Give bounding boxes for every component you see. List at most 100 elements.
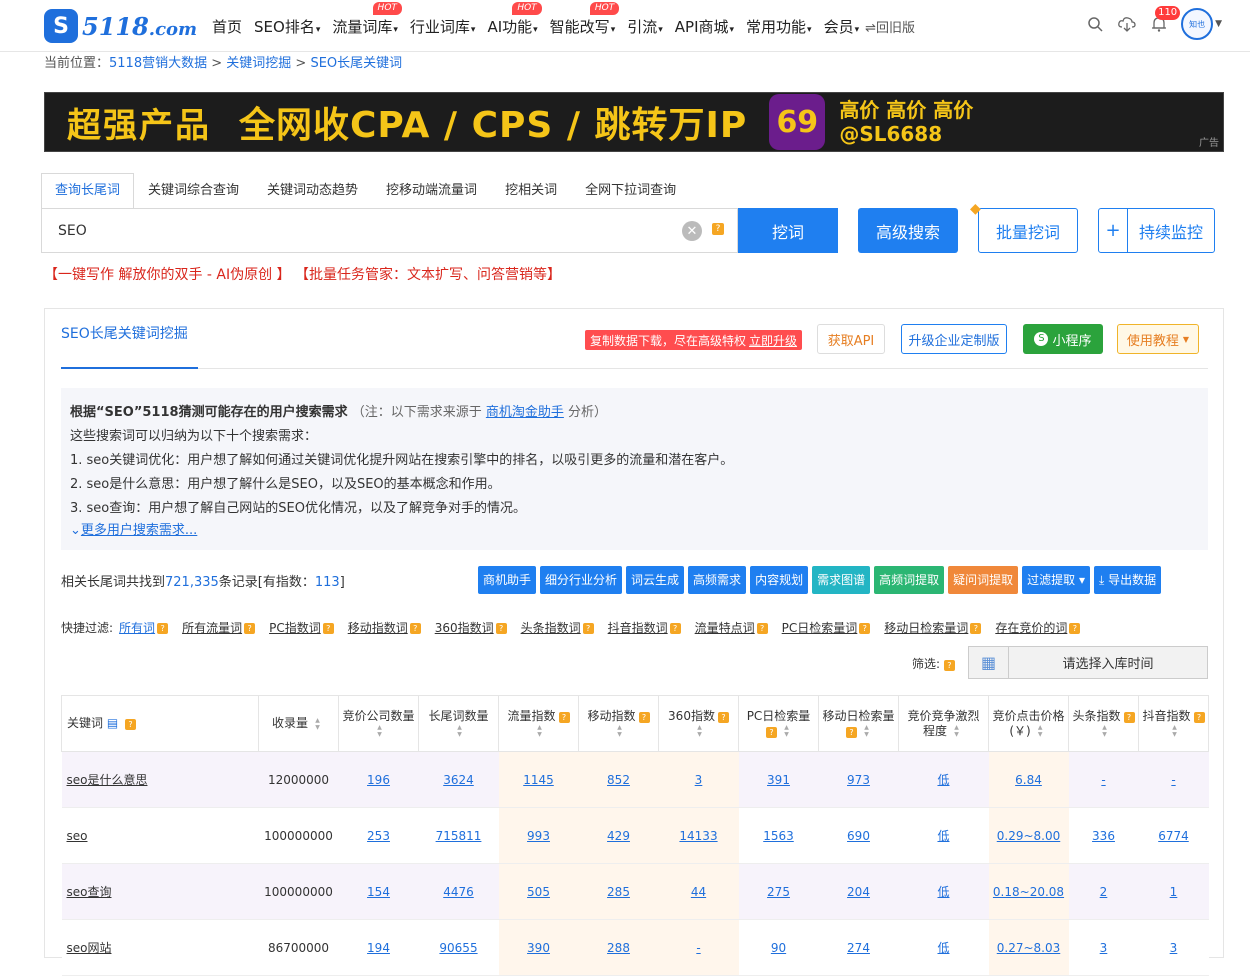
nav-item[interactable]: SEO排名▾ <box>254 16 320 37</box>
help-icon[interactable]: ? <box>717 711 729 723</box>
sort-icon[interactable]: ▲▼ <box>1167 724 1182 738</box>
column-header[interactable]: PC日检索量? ▲▼ <box>738 695 819 752</box>
nav-item[interactable]: 行业词库▾ <box>410 16 476 37</box>
quick-filter-item[interactable]: 所有词? <box>119 619 169 636</box>
tab-5[interactable]: 挖相关词 <box>491 173 571 209</box>
batch-dig-button[interactable]: 批量挖词 <box>978 208 1078 253</box>
date-picker-button[interactable]: ▦ 请选择入库时间 <box>968 646 1208 679</box>
add-monitor-button[interactable]: + <box>1098 208 1128 253</box>
sort-icon[interactable]: ▲▼ <box>612 724 627 738</box>
help-icon[interactable]: ? <box>756 623 768 634</box>
cell-link[interactable]: 715811 <box>436 829 482 843</box>
upgrade-notice[interactable]: 复制数据下载，尽在高级特权 立即升级 <box>585 330 802 350</box>
chevron-down-icon[interactable]: ▼ <box>1215 19 1222 29</box>
enterprise-button[interactable]: 升级企业定制版 <box>901 324 1007 354</box>
nav-item[interactable]: API商城▾ <box>675 16 734 37</box>
cell-link[interactable]: 852 <box>607 773 630 787</box>
clear-icon[interactable]: ✕ <box>682 221 702 241</box>
sort-icon[interactable]: ▲▼ <box>310 717 325 731</box>
help-icon[interactable]: ? <box>322 623 334 634</box>
tool-button[interactable]: 细分行业分析 <box>540 566 623 594</box>
tab-6[interactable]: 全网下拉词查询 <box>571 173 690 209</box>
avatar[interactable]: 知也 <box>1181 8 1214 40</box>
sort-icon[interactable]: ▲▼ <box>949 724 964 738</box>
help-icon[interactable]: ? <box>1069 623 1081 634</box>
upgrade-link[interactable]: 立即升级 <box>749 332 797 349</box>
ad-banner[interactable]: 超强产品 全网收CPA / CPS / 跳转万IP 69 高价 高价 高价 @S… <box>44 92 1224 152</box>
sort-icon[interactable]: ▲▼ <box>1033 724 1048 738</box>
cell-link[interactable]: 0.29~8.00 <box>997 829 1061 843</box>
mini-program-button[interactable]: S 小程序 <box>1023 324 1103 354</box>
cell-link[interactable]: 低 <box>937 773 949 787</box>
monitor-button[interactable]: 持续监控 <box>1127 208 1215 253</box>
more-needs-link[interactable]: ⌄更多用户搜索需求... <box>70 519 197 538</box>
panel-title[interactable]: SEO长尾关键词挖掘 <box>61 323 188 343</box>
advanced-search-button[interactable]: 高级搜索 <box>858 208 958 253</box>
cell-link[interactable]: 154 <box>367 885 390 899</box>
sort-icon[interactable]: ▲▼ <box>779 724 794 738</box>
cell-link[interactable]: 1563 <box>763 829 794 843</box>
help-icon[interactable]: ? <box>409 623 421 634</box>
breadcrumb-item[interactable]: SEO长尾关键词 <box>310 56 402 71</box>
column-header[interactable]: 关键词 ▤ ? <box>61 695 259 752</box>
tool-button[interactable]: 高频词提取 <box>874 566 945 594</box>
tool-button[interactable]: 疑问词提取 <box>948 566 1019 594</box>
cell-link[interactable]: - <box>1101 773 1105 787</box>
cell-link[interactable]: 6.84 <box>1015 773 1042 787</box>
help-icon[interactable]: ? <box>157 623 169 634</box>
nav-item[interactable]: 会员▾ <box>824 16 860 37</box>
tool-button[interactable]: 高频需求 <box>688 566 747 594</box>
quick-filter-item[interactable]: 流量特点词? <box>695 619 768 636</box>
column-header[interactable]: 头条指数 ? ▲▼ <box>1068 695 1139 752</box>
quick-filter-item[interactable]: 移动日检索量词? <box>884 619 982 636</box>
cell-link[interactable]: seo网站 <box>67 941 112 955</box>
cell-link[interactable]: 0.18~20.08 <box>993 885 1064 899</box>
promo-link-batch-tasks[interactable]: 【批量任务管家：文本扩写、问答营销等】 <box>295 267 561 283</box>
cell-link[interactable]: - <box>1171 773 1175 787</box>
help-icon[interactable]: ? <box>669 623 681 634</box>
cell-link[interactable]: 993 <box>527 829 550 843</box>
tool-button[interactable]: 词云生成 <box>626 566 685 594</box>
quick-filter-item[interactable]: 头条指数词? <box>521 619 594 636</box>
sort-icon[interactable]: ▲▼ <box>452 724 467 738</box>
cell-link[interactable]: 3 <box>695 773 703 787</box>
cell-link[interactable]: 275 <box>767 885 790 899</box>
column-header[interactable]: 360指数 ? ▲▼ <box>658 695 739 752</box>
column-header[interactable]: 移动日检索量? ▲▼ <box>818 695 899 752</box>
nav-item[interactable]: 常用功能▾ <box>746 16 812 37</box>
cell-link[interactable]: 285 <box>607 885 630 899</box>
sort-icon[interactable]: ▲▼ <box>692 724 707 738</box>
cell-link[interactable]: 505 <box>527 885 550 899</box>
column-header[interactable]: 竞价竞争激烈程度 ▲▼ <box>898 695 989 752</box>
cell-link[interactable]: 14133 <box>679 829 717 843</box>
help-icon[interactable]: ? <box>970 623 982 634</box>
help-icon[interactable]: ? <box>846 726 857 738</box>
help-icon[interactable]: ? <box>1123 711 1135 723</box>
cell-link[interactable]: seo查询 <box>67 885 112 899</box>
help-icon[interactable]: ? <box>943 660 955 671</box>
bell-icon[interactable]: 110 <box>1149 6 1181 34</box>
tab-2[interactable]: 关键词综合查询 <box>134 173 253 209</box>
column-header[interactable]: 长尾词数量▲▼ <box>418 695 499 752</box>
cell-link[interactable]: 低 <box>937 885 949 899</box>
guide-button[interactable]: 使用教程 ▼ <box>1117 324 1199 354</box>
needs-source-link[interactable]: 商机淘金助手 <box>486 405 564 420</box>
cell-link[interactable]: 低 <box>937 829 949 843</box>
tool-button[interactable]: 商机助手 <box>478 566 537 594</box>
cell-link[interactable]: 4476 <box>443 885 474 899</box>
column-header[interactable]: 竞价点击价格(￥) ▲▼ <box>988 695 1069 752</box>
quick-filter-item[interactable]: 存在竞价的词? <box>995 619 1081 636</box>
search-icon[interactable] <box>1085 14 1105 34</box>
breadcrumb-item[interactable]: 5118营销大数据 <box>109 56 207 71</box>
get-api-button[interactable]: 获取API <box>817 324 885 354</box>
quick-filter-item[interactable]: 抖音指数词? <box>608 619 681 636</box>
cell-link[interactable]: 44 <box>691 885 706 899</box>
help-icon[interactable]: ? <box>244 623 256 634</box>
sort-icon[interactable]: ▲▼ <box>1097 724 1112 738</box>
cell-link[interactable]: 2 <box>1100 885 1108 899</box>
cell-link[interactable]: 690 <box>847 829 870 843</box>
sort-icon[interactable]: ▲▼ <box>372 724 387 738</box>
cell-link[interactable]: 204 <box>847 885 870 899</box>
cell-link[interactable]: seo <box>67 829 88 843</box>
column-header[interactable]: 抖音指数 ? ▲▼ <box>1138 695 1209 752</box>
